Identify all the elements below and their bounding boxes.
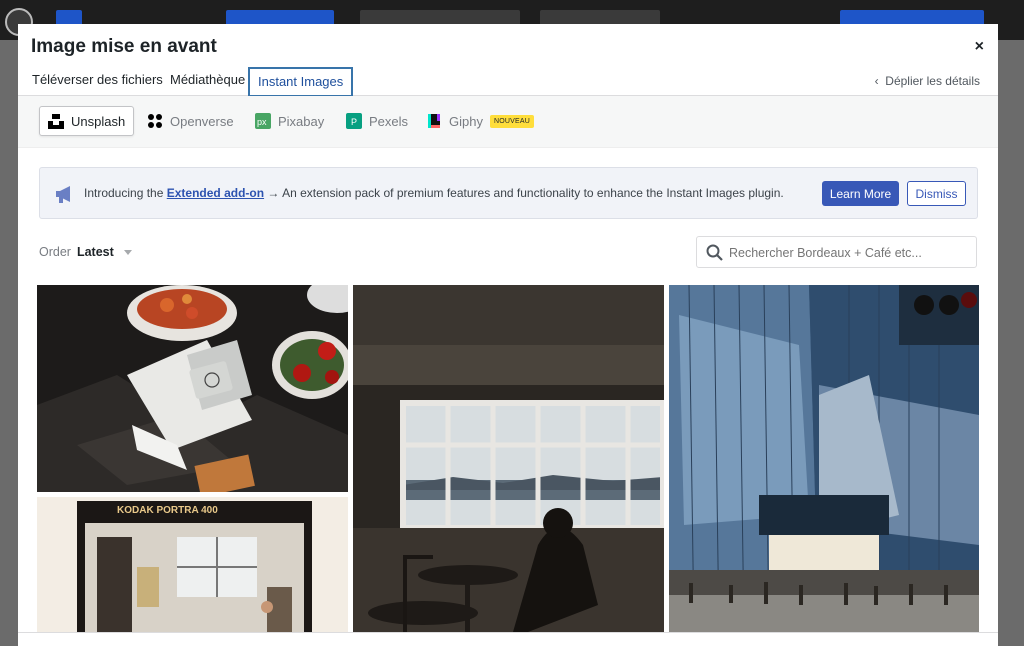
notice-text-after: → An extension pack of premium features … [264,186,784,200]
extended-addon-link[interactable]: Extended add-on [167,186,264,200]
tab-instant-images[interactable]: Instant Images [248,67,354,97]
provider-label: Pixabay [278,113,325,129]
dismiss-button[interactable]: Dismiss [907,181,966,206]
photo-glass-building[interactable] [669,285,979,632]
modal-header: Image mise en avant × [18,24,998,70]
photo-payment-terminal[interactable] [37,285,348,492]
modal-title: Image mise en avant [31,36,217,57]
provider-label: Unsplash [71,113,126,129]
provider-giphy[interactable]: Giphy NOUVEAU [418,106,542,136]
svg-text:P: P [351,117,357,127]
chevron-down-icon [123,249,132,255]
unsplash-icon [48,114,64,129]
toggle-details-link[interactable]: ‹ Déplier les détails [875,74,980,88]
new-badge: NOUVEAU [489,114,534,128]
photo-window-room[interactable] [353,285,664,632]
bg-left-edge [0,40,18,646]
provider-label: Giphy [449,113,483,129]
openverse-icon [148,114,162,128]
provider-bar: Unsplash Openverse px Pixabay P Pexels G… [18,96,998,148]
giphy-icon [428,114,440,128]
order-label: Order [39,245,71,259]
film-label: KODAK PORTRA 400 [117,505,218,516]
bg-sidebar-edge [998,40,1024,646]
pixabay-icon: px [255,113,271,129]
notice-text: Introducing the Extended add-on → An ext… [84,186,784,200]
extended-addon-notice: Introducing the Extended add-on → An ext… [39,167,978,219]
provider-unsplash[interactable]: Unsplash [39,106,135,136]
tab-upload-files[interactable]: Téléverser des fichiers [24,67,171,97]
toggle-details-label: Déplier les détails [885,74,980,88]
featured-image-modal: Image mise en avant × Téléverser des fic… [18,24,998,646]
notice-text-before: Introducing the [84,186,167,200]
megaphone-icon [56,186,70,203]
media-router: Téléverser des fichiers Médiathèque Inst… [18,67,998,97]
provider-label: Openverse [170,113,234,129]
provider-openverse[interactable]: Openverse [139,106,242,136]
provider-pixabay[interactable]: px Pixabay [247,106,332,136]
search-icon [706,244,723,261]
chevron-left-icon: ‹ [874,74,879,88]
provider-label: Pexels [369,113,409,129]
svg-text:px: px [257,117,267,127]
learn-more-button[interactable]: Learn More [822,181,899,206]
close-button[interactable]: × [975,38,984,56]
pexels-icon: P [346,113,362,129]
provider-pexels[interactable]: P Pexels [338,106,416,136]
tab-media-library[interactable]: Médiathèque [162,67,253,97]
search-box [696,236,977,268]
search-input[interactable] [729,243,969,263]
order-select[interactable]: Order Latest [39,245,132,259]
modal-footer [18,632,998,646]
order-value: Latest [76,245,114,259]
photo-film-studio[interactable]: KODAK PORTRA 400 [37,497,348,632]
